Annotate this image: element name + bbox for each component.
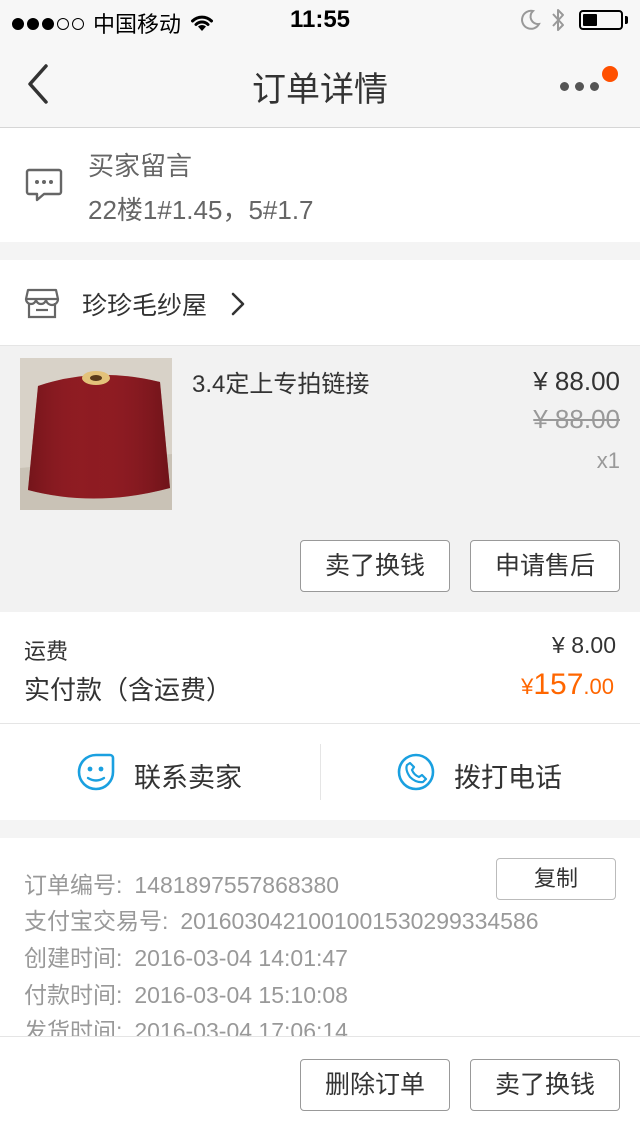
paid-time-row: 付款时间: 2016-03-04 15:10:08 (24, 976, 348, 1010)
order-number-row: 订单编号: 1481897557868380 (24, 866, 339, 900)
bluetooth-icon (552, 9, 564, 31)
shop-name[interactable]: 珍珍毛纱屋 (82, 286, 207, 322)
created-time-label: 创建时间: (24, 945, 123, 971)
order-info-section: 订单编号: 1481897557868380 复制 支付宝交易号: 20160304… (0, 838, 640, 1044)
contact-seller-button[interactable]: 联系卖家 (134, 756, 242, 795)
total-paid-label: 实付款（含运费） (24, 675, 233, 705)
product-original-price: ¥ 88.00 (533, 404, 620, 434)
status-bar: 中国移动 11:55 (0, 0, 640, 40)
copy-order-number-button[interactable]: 复制 (496, 858, 616, 900)
product-item[interactable]: 3.4定上专拍链接 ¥ 88.00 ¥ 88.00 x1 卖了换钱 申请售后 (0, 346, 640, 612)
freight-label: 运费 (24, 639, 69, 664)
battery-tip (625, 16, 628, 24)
shop-store-icon (24, 288, 60, 319)
total-paid-value: ¥157.00 (521, 668, 614, 702)
more-dots-icon (590, 82, 599, 91)
paid-time-value: 2016-03-04 15:10:08 (134, 982, 348, 1008)
message-bubble-icon (25, 168, 63, 202)
buyer-message-text: 22楼1#1.45，5#1.7 (88, 195, 314, 225)
sell-for-cash-bottom-button[interactable]: 卖了换钱 (470, 1059, 620, 1111)
battery-icon (579, 10, 623, 30)
do-not-disturb-moon-icon (521, 9, 541, 30)
page-title: 订单详情 (252, 71, 388, 109)
order-number-value: 1481897557868380 (134, 872, 340, 898)
nav-bar: 订单详情 (0, 40, 640, 128)
shop-row[interactable]: 珍珍毛纱屋 (0, 260, 640, 346)
product-quantity: x1 (596, 448, 620, 473)
alipay-trade-label: 支付宝交易号: (24, 908, 169, 934)
currency-symbol: ¥ (521, 674, 534, 699)
contact-row: 联系卖家 拨打电话 (0, 724, 640, 820)
order-number-label: 订单编号: (24, 872, 123, 898)
chat-face-icon[interactable] (76, 752, 116, 792)
more-button[interactable] (558, 64, 618, 104)
created-time-value: 2016-03-04 14:01:47 (134, 945, 348, 971)
product-thumbnail[interactable] (20, 358, 172, 510)
more-dots-icon (575, 82, 584, 91)
call-phone-button[interactable]: 拨打电话 (454, 756, 562, 795)
product-title[interactable]: 3.4定上专拍链接 (192, 364, 369, 399)
notification-badge (602, 66, 618, 82)
payment-summary: 运费 ¥ 8.00 实付款（含运费） ¥157.00 (0, 612, 640, 724)
bottom-action-bar: 删除订单 卖了换钱 (0, 1036, 640, 1136)
alipay-trade-value: 2016030421001001530299334586 (180, 908, 539, 934)
product-price: ¥ 88.00 (533, 366, 620, 396)
paid-time-label: 付款时间: (24, 982, 123, 1008)
more-dots-icon (560, 82, 569, 91)
chevron-right-icon (231, 292, 245, 316)
contact-divider (320, 744, 321, 800)
paid-amount-integer: 157 (533, 668, 584, 701)
freight-value: ¥ 8.00 (552, 632, 616, 658)
phone-call-icon[interactable] (396, 752, 436, 792)
alipay-trade-row: 支付宝交易号: 2016030421001001530299334586 (24, 902, 539, 936)
created-time-row: 创建时间: 2016-03-04 14:01:47 (24, 939, 348, 973)
status-right (519, 8, 628, 32)
sell-for-cash-button[interactable]: 卖了换钱 (300, 540, 450, 592)
buyer-message-title: 买家留言 (88, 151, 193, 181)
request-after-sales-button[interactable]: 申请售后 (470, 540, 620, 592)
paid-amount-decimal: .00 (583, 674, 614, 699)
delete-order-button[interactable]: 删除订单 (300, 1059, 450, 1111)
yarn-cone-image (20, 358, 172, 510)
